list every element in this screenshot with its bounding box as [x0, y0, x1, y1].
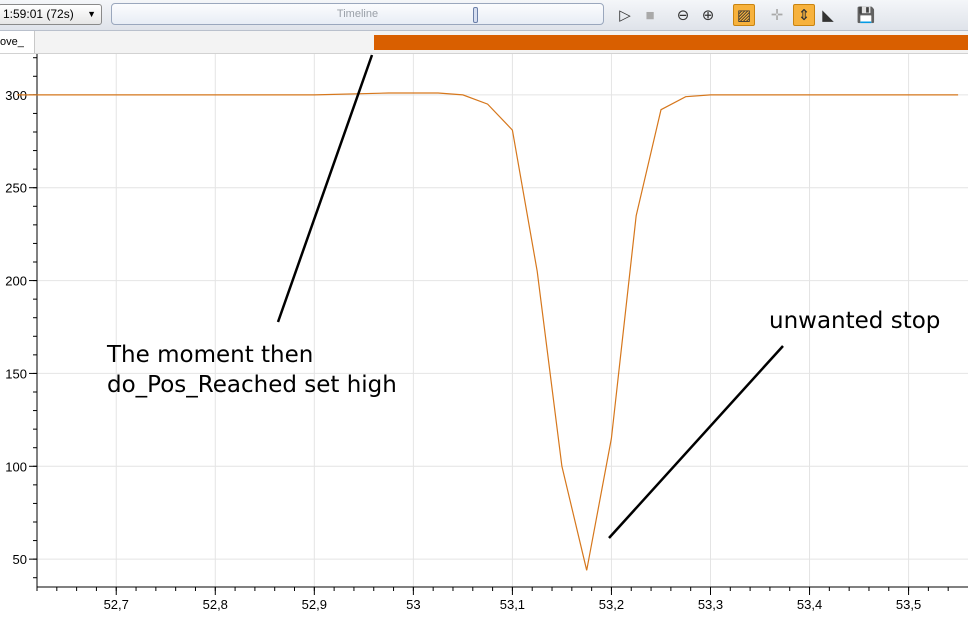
y-tick-label: 100	[5, 459, 27, 474]
x-tick-label: 53	[406, 597, 420, 612]
x-tick-label: 53,4	[797, 597, 822, 612]
x-tick-label: 53,5	[896, 597, 921, 612]
x-tick-label: 52,7	[104, 597, 129, 612]
x-tick-label: 53,2	[599, 597, 624, 612]
line-chart: 52,7 52,8 52,9 53 53,1 53,2 53,3 53,4 53,5300250…	[5, 54, 968, 612]
annotation-pos-reached-line: The moment then	[106, 342, 313, 368]
x-tick-label: 52,8	[203, 597, 228, 612]
x-tick-label: 52,9	[302, 597, 327, 612]
y-tick-label: 50	[13, 552, 27, 567]
x-tick-label: 53,3	[698, 597, 723, 612]
y-tick-label: 250	[5, 181, 27, 196]
y-tick-label: 150	[5, 366, 27, 381]
annotation-unwanted-stop: unwanted stop	[769, 308, 940, 334]
x-tick-label: 53,1	[500, 597, 525, 612]
y-tick-label: 200	[5, 274, 27, 289]
annotation-arrow-unwanted-stop	[608, 345, 784, 539]
annotation-pos-reached-line: do_Pos_Reached set high	[107, 372, 397, 398]
